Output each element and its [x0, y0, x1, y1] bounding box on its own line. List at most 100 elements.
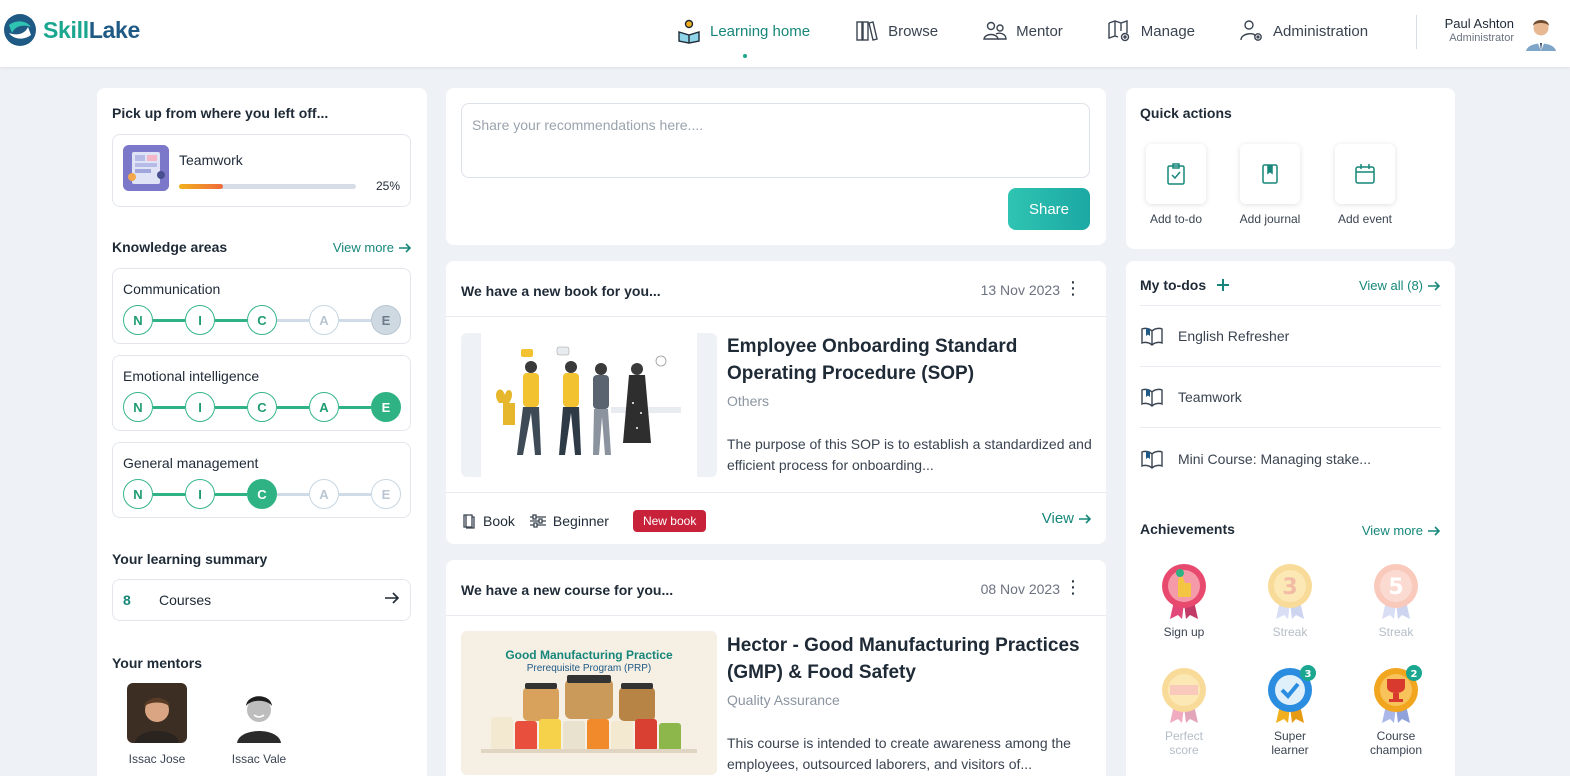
manage-icon [1108, 20, 1129, 42]
more-options-icon[interactable]: ⋮ [1064, 578, 1082, 596]
mentor-photo [229, 683, 289, 743]
achievement-sign-up[interactable]: Sign up [1139, 561, 1229, 639]
checklist-icon [1167, 163, 1185, 185]
svg-text:3: 3 [1305, 669, 1312, 680]
level-node-c: C [247, 392, 277, 422]
quick-action-label: Add to-do [1149, 212, 1203, 226]
more-options-icon[interactable]: ⋮ [1064, 279, 1082, 297]
books-icon [856, 21, 878, 41]
resume-heading: Pick up from where you left off... [112, 105, 329, 121]
svg-text:3: 3 [1282, 575, 1297, 600]
level-connector [277, 406, 309, 409]
add-journal-button[interactable]: Add journal [1230, 144, 1310, 226]
add-todo-plus-icon[interactable] [1216, 278, 1230, 292]
achievement-perfect-score[interactable]: Perfect score [1139, 665, 1229, 757]
level-connector [215, 493, 247, 496]
level-node-c: C [247, 479, 277, 509]
level-connector [215, 406, 247, 409]
knowledge-area-name: Emotional intelligence [123, 368, 260, 384]
achievement-super-learner[interactable]: 3 Super learner [1245, 665, 1335, 757]
achievements-view-more-link[interactable]: View more [1362, 523, 1441, 538]
skilllake-logo[interactable]: SkillLake [3, 13, 140, 47]
streak-3-medal-icon: 3 [1268, 564, 1312, 619]
achievement-course-champion[interactable]: 2 Course champion [1351, 665, 1441, 757]
feed-item-title[interactable]: Employee Onboarding Standard Operating P… [727, 333, 1087, 387]
knowledge-area-name: General management [123, 455, 259, 471]
todo-item[interactable]: Mini Course: Managing stake... [1140, 428, 1441, 489]
open-book-icon [1141, 327, 1163, 346]
resume-course-card[interactable]: Teamwork 25% [112, 134, 411, 207]
todo-item[interactable]: Teamwork [1140, 367, 1441, 428]
user-menu[interactable]: Paul Ashton Administrator [1430, 16, 1514, 44]
divider [446, 316, 1106, 317]
feed-item-title[interactable]: Hector - Good Manufacturing Practices (G… [727, 632, 1087, 686]
arrow-right-icon [1079, 513, 1092, 524]
todos-achievements-card: My to-dos View all (8) English Refresher… [1126, 261, 1455, 776]
quick-action-tile [1240, 144, 1300, 204]
arrow-right-icon [385, 592, 400, 604]
feed-item-meta: Book Beginner New book [461, 510, 707, 532]
share-button[interactable]: Share [1008, 188, 1090, 230]
mentor-card[interactable]: Issac Vale [219, 683, 299, 766]
nav-manage[interactable]: Manage [1107, 16, 1195, 46]
todo-item[interactable]: English Refresher [1140, 306, 1441, 367]
recommendation-input[interactable]: Share your recommendations here.... [461, 103, 1090, 178]
knowledge-area-card[interactable]: Communication N I C A E [112, 268, 411, 344]
feed-heading: We have a new course for you... [461, 582, 674, 598]
user-role: Administrator [1449, 32, 1514, 44]
level-track: NICAE [123, 305, 401, 335]
todos-view-all-link[interactable]: View all (8) [1359, 278, 1441, 293]
level-connector [277, 493, 309, 496]
logo-mark-icon [4, 14, 36, 46]
level-node-e: E [371, 392, 401, 422]
mentors-heading: Your mentors [112, 655, 202, 671]
achievement-streak-3[interactable]: 3 Streak [1245, 561, 1335, 639]
reader-icon [678, 19, 700, 44]
level-node-a: A [309, 392, 339, 422]
book-cover-image[interactable] [461, 333, 717, 477]
arrow-right-icon [399, 242, 412, 253]
link-label: View all (8) [1358, 278, 1423, 293]
courses-count: 8 [123, 592, 131, 608]
achievement-streak-5[interactable]: 5 Streak [1351, 561, 1441, 639]
course-champion-medal-icon: 2 [1374, 665, 1422, 723]
achievement-label: Super learner [1271, 729, 1309, 757]
knowledge-area-card[interactable]: General management N I C A E [112, 442, 411, 518]
share-recommendation-card: Share your recommendations here.... Shar… [446, 88, 1106, 245]
add-event-button[interactable]: Add event [1325, 144, 1405, 226]
view-book-link[interactable]: View [1042, 510, 1092, 527]
svg-text:2: 2 [1411, 669, 1418, 680]
courses-label: Courses [159, 592, 212, 608]
add-todo-button[interactable]: Add to-do [1136, 144, 1216, 226]
nav-label: Administration [1273, 22, 1369, 40]
arrow-right-icon [1428, 525, 1441, 536]
knowledge-area-card[interactable]: Emotional intelligence N I C A E [112, 355, 411, 431]
nav-administration[interactable]: Administration [1239, 16, 1368, 46]
mentor-name: Issac Jose [128, 752, 186, 766]
course-cover-image[interactable]: Good Manufacturing Practice Prerequisite… [461, 631, 717, 775]
nav-learning-home[interactable]: Learning home [676, 16, 811, 58]
open-book-icon [1141, 450, 1163, 469]
level-connector [153, 493, 185, 496]
level-node-n: N [123, 305, 153, 335]
level-connector [339, 493, 371, 496]
user-avatar[interactable] [1522, 13, 1560, 51]
logo-text: SkillLake [43, 16, 141, 43]
courses-summary-row[interactable]: 8 Courses [112, 579, 411, 621]
quick-action-tile [1146, 144, 1206, 204]
knowledge-view-more-link[interactable]: View more [333, 240, 412, 255]
nav-mentor[interactable]: Mentor [982, 16, 1063, 46]
feed-card-book: We have a new book for you... 13 Nov 202… [446, 261, 1106, 544]
feed-item-category: Others [727, 393, 770, 409]
nav-label: Learning home [710, 22, 811, 40]
todos-header: My to-dos [1140, 277, 1230, 293]
knowledge-area-name: Communication [123, 281, 221, 297]
level-track: NICAE [123, 392, 401, 422]
nav-browse[interactable]: Browse [854, 16, 938, 46]
mentor-name: Issac Vale [231, 752, 287, 766]
course-progress-fill [179, 184, 224, 189]
feed-item-description: This course is intended to create awaren… [727, 735, 1071, 772]
book-icon [463, 514, 475, 529]
main-nav: Learning home Browse Mentor Manage Admin… [676, 16, 1412, 58]
mentor-card[interactable]: Issac Jose [117, 683, 197, 766]
